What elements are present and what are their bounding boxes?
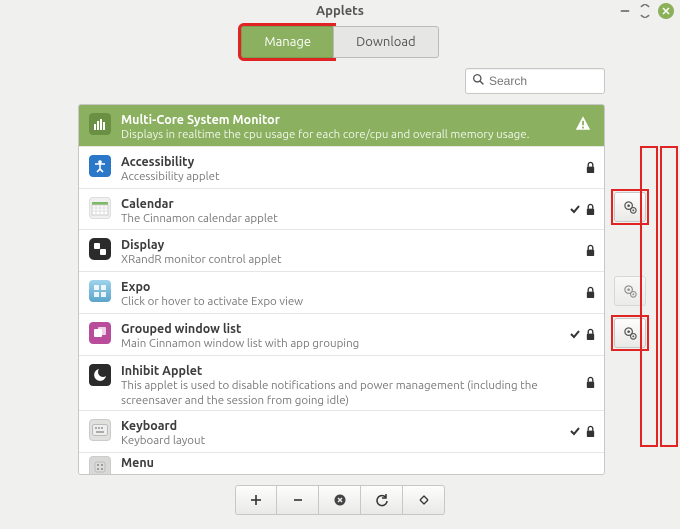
settings-button[interactable] xyxy=(614,192,646,222)
maximize-button[interactable] xyxy=(638,4,652,18)
enabled-check-icon xyxy=(566,189,584,230)
applet-text: DisplayXRandR monitor control applet xyxy=(121,238,594,268)
close-button[interactable] xyxy=(658,3,674,19)
applet-title: Keyboard xyxy=(121,419,558,433)
window-controls xyxy=(618,3,674,19)
applet-row[interactable]: Grouped window listMain Cinnamon window … xyxy=(79,314,604,356)
applet-row[interactable]: ExpoClick or hover to activate Expo view xyxy=(79,272,604,314)
search-icon xyxy=(472,73,485,89)
applet-title: Inhibit Applet xyxy=(121,364,558,378)
settings-button-wrap xyxy=(614,276,646,306)
settings-button-wrap xyxy=(614,192,646,222)
access-icon xyxy=(89,155,111,177)
annotation-lock-column xyxy=(660,146,678,447)
lock-icon xyxy=(580,356,600,410)
applet-title: Grouped window list xyxy=(121,322,558,336)
applet-row[interactable]: CalendarThe Cinnamon calendar applet xyxy=(79,189,604,231)
applet-row[interactable]: Inhibit AppletThis applet is used to dis… xyxy=(79,356,604,411)
expo-icon xyxy=(89,280,111,302)
titlebar: Applets xyxy=(0,0,680,22)
applet-text: AccessibilityAccessibility applet xyxy=(121,155,594,185)
add-button[interactable] xyxy=(235,485,277,515)
lock-icon xyxy=(580,272,600,313)
applet-title: Calendar xyxy=(121,197,558,211)
settings-button-wrap xyxy=(614,318,646,348)
applet-title: Accessibility xyxy=(121,155,558,169)
applet-text: ExpoClick or hover to activate Expo view xyxy=(121,280,594,310)
enabled-check-icon xyxy=(566,314,584,355)
lock-icon xyxy=(580,230,600,271)
applet-description: XRandR monitor control applet xyxy=(121,252,558,268)
search-box[interactable] xyxy=(465,68,605,94)
applet-text: Menu xyxy=(121,456,594,470)
remove-button[interactable] xyxy=(277,485,319,515)
applet-title: Menu xyxy=(121,456,558,470)
applet-description: The Cinnamon calendar applet xyxy=(121,211,558,227)
applet-title: Display xyxy=(121,238,558,252)
tab-manage[interactable]: Manage xyxy=(241,26,333,58)
menu-icon xyxy=(89,456,111,475)
search-input[interactable] xyxy=(489,74,644,88)
applets-window: Applets Manage Download Multi-Core Syste… xyxy=(0,0,680,529)
applet-row[interactable]: KeyboardKeyboard layout xyxy=(79,411,604,453)
warning-icon xyxy=(574,115,592,136)
keyboard-icon xyxy=(89,419,111,441)
applet-description: Main Cinnamon window list with app group… xyxy=(121,336,558,352)
tab-bar: Manage Download xyxy=(0,22,680,68)
display-icon xyxy=(89,238,111,260)
applet-row[interactable]: Menu xyxy=(79,453,604,474)
uninstall-button[interactable] xyxy=(319,485,361,515)
applet-description: Keyboard layout xyxy=(121,433,558,449)
group-icon xyxy=(89,322,111,344)
inhibit-icon xyxy=(89,364,111,386)
tab-download[interactable]: Download xyxy=(333,26,439,58)
applet-description: Click or hover to activate Expo view xyxy=(121,294,558,310)
lock-icon xyxy=(580,147,600,188)
applet-description: Accessibility applet xyxy=(121,169,558,185)
applet-title: Multi-Core System Monitor xyxy=(121,113,558,127)
applet-text: Multi-Core System MonitorDisplays in rea… xyxy=(121,113,594,143)
calendar-icon xyxy=(89,197,111,219)
applet-description: This applet is used to disable notificat… xyxy=(121,378,558,409)
applet-list[interactable]: Multi-Core System MonitorDisplays in rea… xyxy=(78,104,605,475)
settings-button[interactable] xyxy=(614,318,646,348)
bottom-toolbar xyxy=(0,475,680,529)
applet-text: KeyboardKeyboard layout xyxy=(121,419,594,449)
applet-row[interactable]: DisplayXRandR monitor control applet xyxy=(79,230,604,272)
search-row xyxy=(0,68,680,104)
about-button[interactable] xyxy=(403,485,445,515)
applet-row[interactable]: Multi-Core System MonitorDisplays in rea… xyxy=(79,105,604,147)
applet-row[interactable]: AccessibilityAccessibility applet xyxy=(79,147,604,189)
enabled-check-icon xyxy=(566,411,584,452)
applet-text: CalendarThe Cinnamon calendar applet xyxy=(121,197,594,227)
applet-text: Inhibit AppletThis applet is used to dis… xyxy=(121,364,594,409)
applet-title: Expo xyxy=(121,280,558,294)
restore-button[interactable] xyxy=(361,485,403,515)
window-title: Applets xyxy=(0,4,680,18)
applet-description: Displays in realtime the cpu usage for e… xyxy=(121,127,558,143)
content-area: Multi-Core System MonitorDisplays in rea… xyxy=(0,104,680,475)
minimize-button[interactable] xyxy=(618,4,632,18)
applet-text: Grouped window listMain Cinnamon window … xyxy=(121,322,594,352)
settings-button xyxy=(614,276,646,306)
monitor-icon xyxy=(89,113,111,135)
